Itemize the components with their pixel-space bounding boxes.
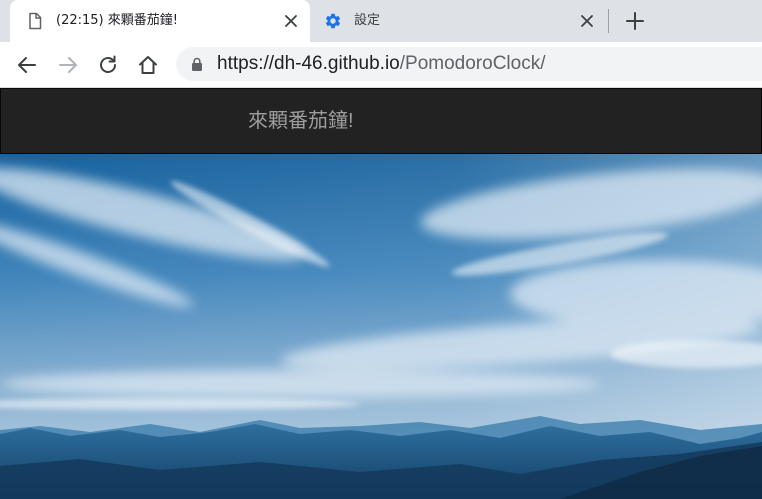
lock-icon[interactable]: [190, 57, 204, 71]
reload-icon[interactable]: [96, 53, 120, 77]
document-icon: [29, 12, 42, 30]
gear-icon: [325, 13, 341, 29]
navbar-brand[interactable]: 來顆番茄鐘!: [248, 108, 354, 134]
address-bar[interactable]: https://dh-46.github.io/PomodoroClock/: [176, 47, 762, 81]
back-arrow-icon[interactable]: [15, 53, 39, 77]
close-tab-icon[interactable]: [578, 12, 596, 30]
site-navbar: 來顆番茄鐘!: [0, 88, 762, 154]
url-host: https://dh-46.github.io: [217, 53, 400, 74]
tab-strip: (22:15) 來顆番茄鐘! 設定: [0, 0, 762, 42]
tab-divider: [608, 9, 609, 33]
page-viewport: 來顆番茄鐘!: [0, 88, 762, 499]
tab-title: (22:15) 來顆番茄鐘!: [56, 13, 178, 28]
close-tab-icon[interactable]: [282, 12, 300, 30]
tab-settings[interactable]: 設定: [312, 0, 606, 42]
url-path: /PomodoroClock/: [399, 53, 546, 74]
forward-arrow-icon[interactable]: [56, 53, 80, 77]
hero-background-image: [0, 154, 762, 499]
new-tab-plus-icon[interactable]: [624, 10, 646, 32]
url-text: https://dh-46.github.io/PomodoroClock/: [217, 53, 545, 75]
tab-title: 設定: [354, 13, 381, 28]
home-icon[interactable]: [136, 53, 160, 77]
tab-pomodoro[interactable]: (22:15) 來顆番茄鐘!: [10, 0, 310, 42]
browser-toolbar: https://dh-46.github.io/PomodoroClock/: [0, 42, 762, 88]
